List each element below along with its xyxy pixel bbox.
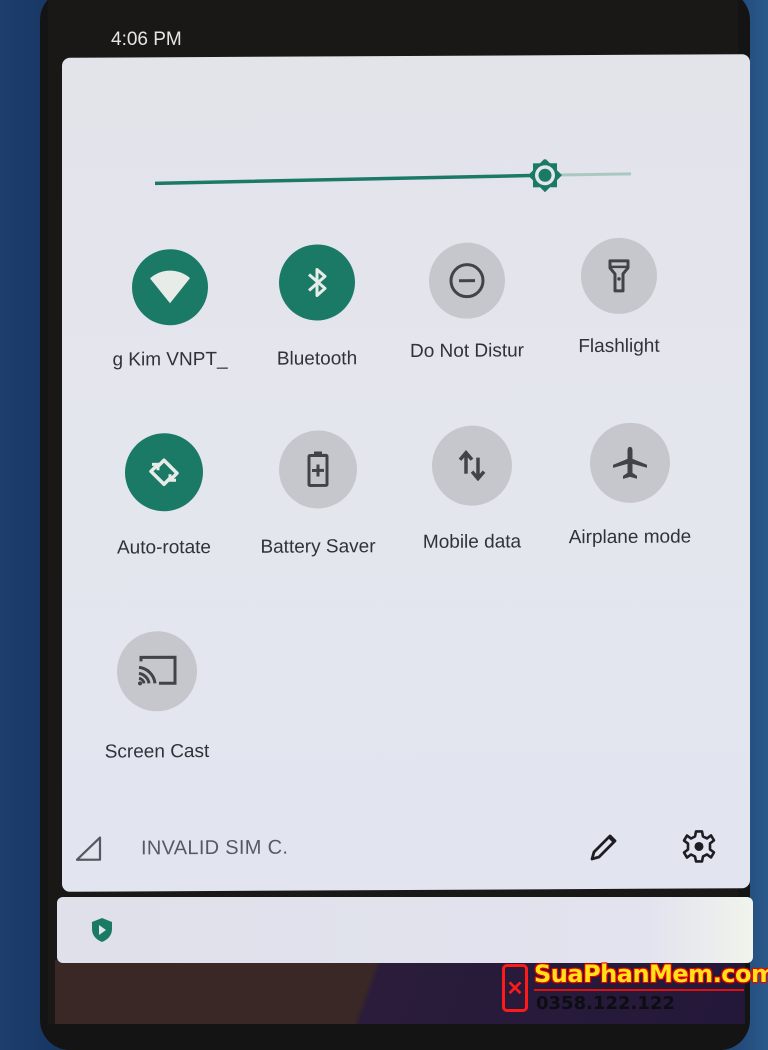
auto-rotate-icon	[125, 433, 203, 511]
mobile-data-icon	[432, 425, 512, 505]
notification-card[interactable]	[57, 897, 753, 963]
no-signal-icon	[74, 836, 104, 867]
status-bar-time: 4:06 PM	[111, 29, 182, 51]
do-not-disturb-icon	[429, 242, 505, 318]
watermark: ✕ SuaPhanMem.com 0358.122.122	[500, 958, 750, 1020]
edit-tiles-button[interactable]	[586, 831, 620, 870]
quick-settings-panel: g Kim VNPT_ Bluetooth Do Not Distur Flas…	[62, 54, 750, 892]
tile-flashlight[interactable]: Flashlight	[539, 237, 699, 358]
tile-label: Flashlight	[539, 335, 699, 358]
watermark-phone-number: 0358.122.122	[536, 993, 675, 1014]
gear-icon	[681, 828, 717, 864]
tile-airplane-mode[interactable]: Airplane mode	[550, 422, 710, 549]
airplane-icon	[590, 423, 670, 503]
watermark-title: SuaPhanMem.com	[534, 960, 768, 988]
flashlight-icon	[581, 238, 657, 314]
tile-label: Screen Cast	[77, 741, 237, 764]
screen-cast-icon	[117, 631, 197, 711]
shield-play-icon	[91, 917, 113, 948]
tile-auto-rotate[interactable]: Auto-rotate	[84, 433, 244, 560]
bluetooth-icon	[279, 244, 355, 320]
tile-label: Do Not Distur	[403, 340, 531, 363]
tile-battery-saver[interactable]: Battery Saver	[238, 430, 398, 559]
quick-settings-footer: INVALID SIM C.	[62, 816, 750, 880]
brightness-track-filled	[155, 175, 542, 183]
tile-screen-cast[interactable]: Screen Cast	[77, 631, 237, 764]
tile-label: Battery Saver	[238, 536, 398, 559]
tile-label: Mobile data	[392, 531, 552, 554]
watermark-phone-icon: ✕	[502, 964, 528, 1012]
tile-wifi[interactable]: g Kim VNPT_	[90, 249, 250, 372]
wifi-icon	[132, 249, 208, 325]
tile-mobile-data[interactable]: Mobile data	[392, 425, 552, 554]
settings-button[interactable]	[681, 828, 717, 869]
brightness-icon	[528, 159, 562, 193]
battery-saver-icon	[279, 430, 357, 508]
tile-label: Airplane mode	[560, 526, 700, 549]
brightness-slider[interactable]	[155, 159, 633, 192]
tile-do-not-disturb[interactable]: Do Not Distur	[387, 242, 547, 363]
watermark-divider	[534, 989, 744, 991]
tile-label: Auto-rotate	[84, 537, 244, 560]
tile-label: Bluetooth	[237, 348, 397, 371]
tile-bluetooth[interactable]: Bluetooth	[237, 244, 397, 371]
pencil-icon	[586, 831, 620, 865]
tile-label: g Kim VNPT_	[90, 349, 250, 372]
carrier-status-text: INVALID SIM C.	[141, 837, 288, 861]
